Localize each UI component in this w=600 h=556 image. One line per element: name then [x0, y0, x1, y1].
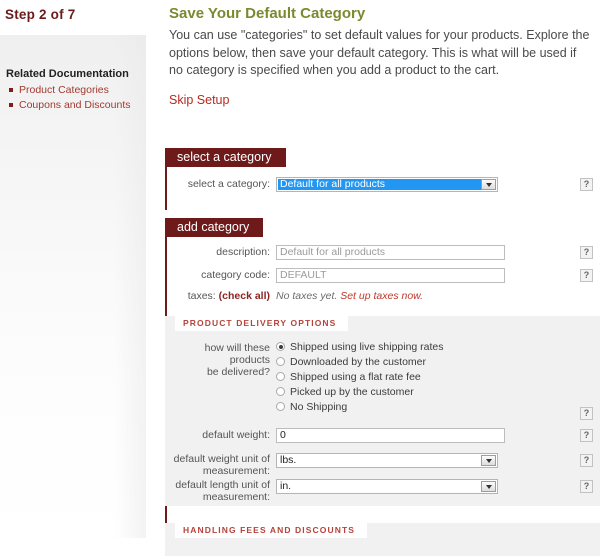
default-length-unit-value: in.: [280, 481, 292, 492]
help-icon[interactable]: ?: [580, 429, 593, 442]
related-doc-link[interactable]: Coupons and Discounts: [19, 99, 131, 111]
default-length-unit-row: default length unit of measurement: in. …: [165, 479, 600, 505]
taxes-note: No taxes yet. Set up taxes now.: [276, 290, 423, 302]
radio-option[interactable]: Picked up by the customer: [276, 385, 444, 398]
radio-icon[interactable]: [276, 342, 285, 351]
related-doc-item-coupons-and-discounts[interactable]: Coupons and Discounts: [9, 99, 131, 111]
dropdown-arrow-button[interactable]: [481, 455, 496, 466]
radio-label: Shipped using live shipping rates: [290, 340, 444, 353]
section-title: select a category: [165, 148, 286, 167]
intro-paragraph: You can use "categories" to set default …: [169, 28, 590, 77]
description-row: description: Default for all products ?: [165, 245, 600, 265]
weight-unit-label-line2: measurement:: [202, 465, 270, 477]
related-doc-link[interactable]: Product Categories: [19, 84, 109, 96]
length-unit-label-line2: measurement:: [202, 491, 270, 503]
help-icon[interactable]: ?: [580, 178, 593, 191]
bullet-icon: [9, 103, 13, 107]
default-weight-label: default weight:: [202, 429, 270, 441]
taxes-label: taxes: (check all): [165, 290, 270, 302]
select-category-dropdown[interactable]: Default for all products: [276, 177, 498, 192]
default-weight-unit-row: default weight unit of measurement: lbs.…: [165, 453, 600, 479]
add-category-section: add category description: Default for al…: [165, 218, 600, 556]
default-weight-unit-value: lbs.: [280, 455, 297, 466]
taxes-label-text: taxes:: [187, 290, 216, 302]
select-category-label: select a category:: [187, 178, 270, 190]
bullet-icon: [9, 88, 13, 92]
radio-label: Picked up by the customer: [290, 385, 414, 398]
radio-option[interactable]: No Shipping: [276, 400, 444, 413]
radio-label: No Shipping: [290, 400, 348, 413]
delivery-question-line2: be delivered?: [206, 366, 270, 378]
radio-option[interactable]: Downloaded by the customer: [276, 355, 444, 368]
description-label: description:: [216, 246, 270, 258]
default-length-unit-dropdown[interactable]: in.: [276, 479, 498, 494]
category-code-row: category code: DEFAULT ?: [165, 268, 600, 288]
radio-label: Shipped using a flat rate fee: [290, 370, 421, 383]
select-category-section: select a category select a category: Def…: [165, 148, 600, 210]
default-weight-unit-dropdown[interactable]: lbs.: [276, 453, 498, 468]
product-delivery-options-panel: PRODUCT DELIVERY OPTIONS how will these …: [165, 316, 600, 506]
delivery-question-label: how will these products be delivered?: [165, 342, 270, 378]
help-icon[interactable]: ?: [580, 480, 593, 493]
help-icon[interactable]: ?: [580, 454, 593, 467]
category-code-input[interactable]: DEFAULT: [276, 268, 505, 283]
handling-fees-panel: HANDLING FEES AND DISCOUNTS: [165, 523, 600, 556]
default-weight-unit-label: default weight unit of measurement:: [165, 453, 270, 477]
radio-option[interactable]: Shipped using a flat rate fee: [276, 370, 444, 383]
related-doc-item-product-categories[interactable]: Product Categories: [9, 84, 109, 96]
weight-unit-label-line1: default weight unit of: [173, 453, 270, 465]
dropdown-arrow-button[interactable]: [481, 179, 496, 190]
default-length-unit-label: default length unit of measurement:: [165, 479, 270, 503]
help-icon[interactable]: ?: [580, 269, 593, 282]
description-input[interactable]: Default for all products: [276, 245, 505, 260]
step-indicator: Step 2 of 7: [5, 7, 76, 22]
delivery-question-line1: how will these products: [204, 342, 270, 366]
chevron-down-icon: [485, 182, 492, 187]
check-all-link[interactable]: (check all): [219, 290, 270, 302]
delivery-options-radio-group[interactable]: Shipped using live shipping rates Downlo…: [276, 340, 444, 415]
section-title: add category: [165, 218, 264, 237]
taxes-note-text: No taxes yet.: [276, 290, 338, 302]
handling-fees-heading: HANDLING FEES AND DISCOUNTS: [175, 523, 368, 538]
left-sidebar: Step 2 of 7 Related Documentation Produc…: [0, 0, 150, 538]
select-category-row: select a category: Default for all produ…: [165, 177, 600, 197]
chevron-down-icon: [485, 484, 492, 489]
dropdown-arrow-button[interactable]: [481, 481, 496, 492]
main-content: Save Your Default Category You can use "…: [165, 0, 600, 556]
default-weight-input[interactable]: 0: [276, 428, 505, 443]
radio-icon[interactable]: [276, 387, 285, 396]
radio-label: Downloaded by the customer: [290, 355, 426, 368]
setup-taxes-link[interactable]: Set up taxes now.: [340, 290, 423, 302]
category-code-label: category code:: [201, 269, 270, 281]
length-unit-label-line1: default length unit of: [175, 479, 270, 491]
help-icon[interactable]: ?: [580, 407, 593, 420]
default-weight-row: default weight: 0 ?: [165, 428, 600, 448]
help-icon[interactable]: ?: [580, 246, 593, 259]
skip-setup-link[interactable]: Skip Setup: [169, 93, 229, 107]
radio-option[interactable]: Shipped using live shipping rates: [276, 340, 444, 353]
page-title: Save Your Default Category: [169, 5, 366, 22]
radio-icon[interactable]: [276, 402, 285, 411]
product-delivery-options-heading: PRODUCT DELIVERY OPTIONS: [175, 316, 349, 331]
radio-icon[interactable]: [276, 372, 285, 381]
select-category-value: Default for all products: [278, 179, 481, 190]
chevron-down-icon: [485, 458, 492, 463]
radio-icon[interactable]: [276, 357, 285, 366]
related-documentation-title: Related Documentation: [6, 68, 129, 80]
